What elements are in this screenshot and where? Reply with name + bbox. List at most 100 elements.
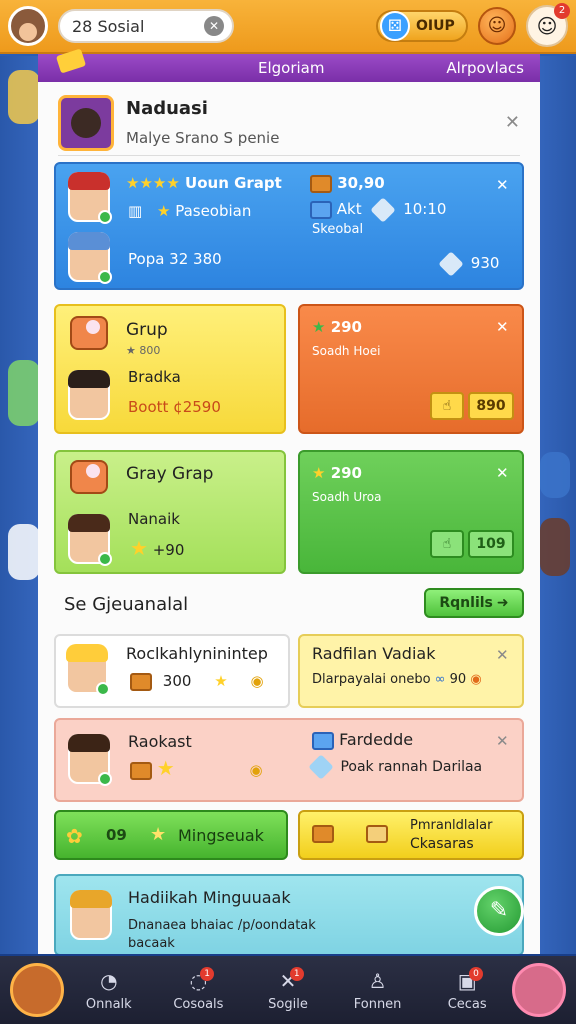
chat-fab-button[interactable]: ✎ — [474, 886, 524, 936]
card-title: Roclkahlyninintep — [126, 644, 268, 663]
notice-subtitle: Malye Srano S penie — [126, 129, 280, 147]
chat-icon: ◌ — [189, 968, 208, 993]
nav-item-fonnen[interactable]: ♙ Fonnen — [333, 969, 423, 1012]
reward-button[interactable]: 890 — [468, 392, 514, 420]
star-icon: ★ — [150, 824, 167, 845]
reward-button[interactable]: 109 — [468, 530, 514, 558]
player-avatar[interactable] — [10, 963, 64, 1017]
ckasaras-button[interactable]: Pmranldlalar Ckasaras — [298, 810, 524, 860]
character-avatar — [66, 644, 110, 696]
group-card-lime[interactable]: Gray Grap Nanaik ★ +90 — [54, 450, 286, 574]
card-name: Bradka — [128, 368, 181, 386]
gem-icon — [438, 250, 464, 277]
clear-search-icon[interactable]: ✕ — [204, 16, 224, 36]
player-avatar[interactable] — [8, 6, 48, 46]
notice-thumbnail — [58, 94, 114, 151]
card-title: Hadiikah Minguuaak — [128, 888, 291, 907]
notice-title: Naduasi — [126, 98, 208, 119]
notice-row[interactable]: Naduasi Malye Srano S penie ✕ — [58, 90, 520, 156]
cake-icon — [70, 460, 108, 494]
character-avatar — [68, 514, 112, 566]
bottom-navigation: ◔ Onnalk 1 ◌ Cosoals 1 ✕ Sogile ♙ Fonnen… — [0, 956, 576, 1024]
flower-icon: ✿ — [66, 824, 83, 848]
card-line: bacaak — [128, 936, 175, 951]
bomb-icon: ◔ — [100, 968, 118, 993]
close-icon[interactable]: ✕ — [496, 646, 509, 664]
card-score: Popa 32 380 — [128, 250, 222, 268]
currency-label: OIUP — [416, 18, 455, 34]
character-avatar — [68, 232, 112, 284]
quest-card-yellow[interactable]: Radfilan Vadiak Dlarpayalai onebo ∞ 90 ◉… — [298, 634, 524, 708]
basket-icon — [312, 824, 334, 843]
panel-header: Elgoriam Alrpovlacs — [38, 54, 540, 82]
section-title: Se Gjeuanalal — [64, 594, 189, 615]
arrow-icon: ➜ — [496, 595, 509, 611]
nav-item-cosoals[interactable]: 1 ◌ Cosoals — [154, 966, 244, 1012]
card-title: Grup — [126, 320, 168, 340]
bread-icon — [366, 824, 388, 843]
card-title: ★★★★ Uoun Grapt — [126, 174, 282, 192]
quest-card-white[interactable]: Roclkahlyninintep 300 ★ ◉ — [54, 634, 290, 708]
trophy-icon: ▣ — [457, 968, 477, 993]
card-name: Nanaik — [128, 510, 180, 528]
tools-icon: ✕ — [279, 968, 297, 993]
nav-item-cecas[interactable]: 0 ▣ Cecas — [422, 966, 512, 1012]
card-caption: Skeobal — [312, 222, 364, 237]
character-avatar — [68, 734, 112, 786]
gem-value: 930 — [438, 250, 499, 277]
robot-avatar[interactable] — [511, 963, 566, 1017]
background-decoration — [8, 360, 40, 426]
card-right-subtitle: Poak rannah Darilaa — [308, 754, 482, 780]
promo-card[interactable]: Hadiikah Minguuaak Dnanaea bhaiac /p/oon… — [54, 874, 524, 954]
currency-pill[interactable]: ⚄ OIUP — [376, 10, 468, 42]
close-icon[interactable]: ✕ — [505, 112, 520, 133]
nav-item-onnalk[interactable]: ◔ Onnalk — [64, 969, 154, 1012]
background-decoration — [8, 524, 40, 580]
mingseuak-button[interactable]: ✿ 09 ★ Mingseuak — [54, 810, 288, 860]
character-avatar — [68, 172, 112, 224]
card-label: ▥ ★ Paseobian — [128, 202, 252, 220]
card-value: ★ +90 — [130, 536, 185, 560]
chart-icon: ▥ — [128, 202, 143, 220]
close-icon[interactable]: ✕ — [496, 732, 509, 750]
gem-icon — [370, 196, 397, 223]
search-input[interactable]: 28 Sosial ✕ — [58, 9, 234, 43]
hand-button[interactable]: ☝ — [430, 530, 464, 558]
top-bar: 28 Sosial ✕ ⚄ OIUP ☺ ☺ 2 — [0, 0, 576, 54]
background-decoration — [8, 70, 40, 124]
star-icon: ★★★★ — [126, 174, 180, 192]
card-subtitle: ★ 800 — [126, 344, 161, 357]
button-label-line2: Ckasaras — [410, 836, 474, 852]
close-icon[interactable]: ✕ — [496, 464, 509, 482]
group-card-orange[interactable]: ★ 290 Soadh Hoei ✕ ☝ 890 — [298, 304, 524, 434]
emoji-button[interactable]: ☺ — [478, 7, 516, 45]
notification-badge: 0 — [468, 966, 483, 981]
search-value: 28 Sosial — [72, 16, 145, 36]
chest-icon — [130, 761, 152, 780]
dice-icon: ⚄ — [380, 11, 410, 41]
section-action-button[interactable]: Rqnlils ➜ — [424, 588, 524, 618]
button-label-line1: Pmranldlalar — [410, 818, 493, 833]
group-card-blue[interactable]: ★★★★ Uoun Grapt ▥ ★ Paseobian Popa 32 38… — [54, 162, 524, 290]
card-value: 300 ★ ◉ — [130, 672, 264, 691]
card-title: Radfilan Vadiak — [312, 644, 436, 663]
background-decoration — [540, 518, 570, 576]
chest-icon — [310, 174, 332, 193]
hand-button[interactable]: ☝ — [430, 392, 464, 420]
close-icon[interactable]: ✕ — [496, 318, 509, 336]
card-subtitle: Soadh Uroa — [312, 490, 382, 504]
notification-badge: 1 — [200, 966, 215, 981]
card-subtitle: Soadh Hoei — [312, 344, 381, 358]
group-card-green[interactable]: ★ 290 Soadh Uroa ✕ ☝ 109 — [298, 450, 524, 574]
close-icon[interactable]: ✕ — [496, 176, 509, 194]
infinity-icon: ∞ — [434, 672, 446, 687]
nav-item-sogile[interactable]: 1 ✕ Sogile — [243, 966, 333, 1012]
quest-card-pink[interactable]: Raokast ★ ◉ Fardedde Poak rannah Darilaa… — [54, 718, 524, 802]
panel-header-link[interactable]: Alrpovlacs — [446, 59, 524, 77]
card-title: Raokast — [128, 732, 192, 751]
cake-icon — [70, 316, 108, 350]
card-right-title: Fardedde — [312, 730, 413, 750]
profile-button[interactable]: ☺ 2 — [526, 3, 570, 47]
group-card-yellow[interactable]: Grup ★ 800 Bradka Boott ¢2590 — [54, 304, 286, 434]
card-value: Boott ¢2590 — [128, 398, 221, 416]
